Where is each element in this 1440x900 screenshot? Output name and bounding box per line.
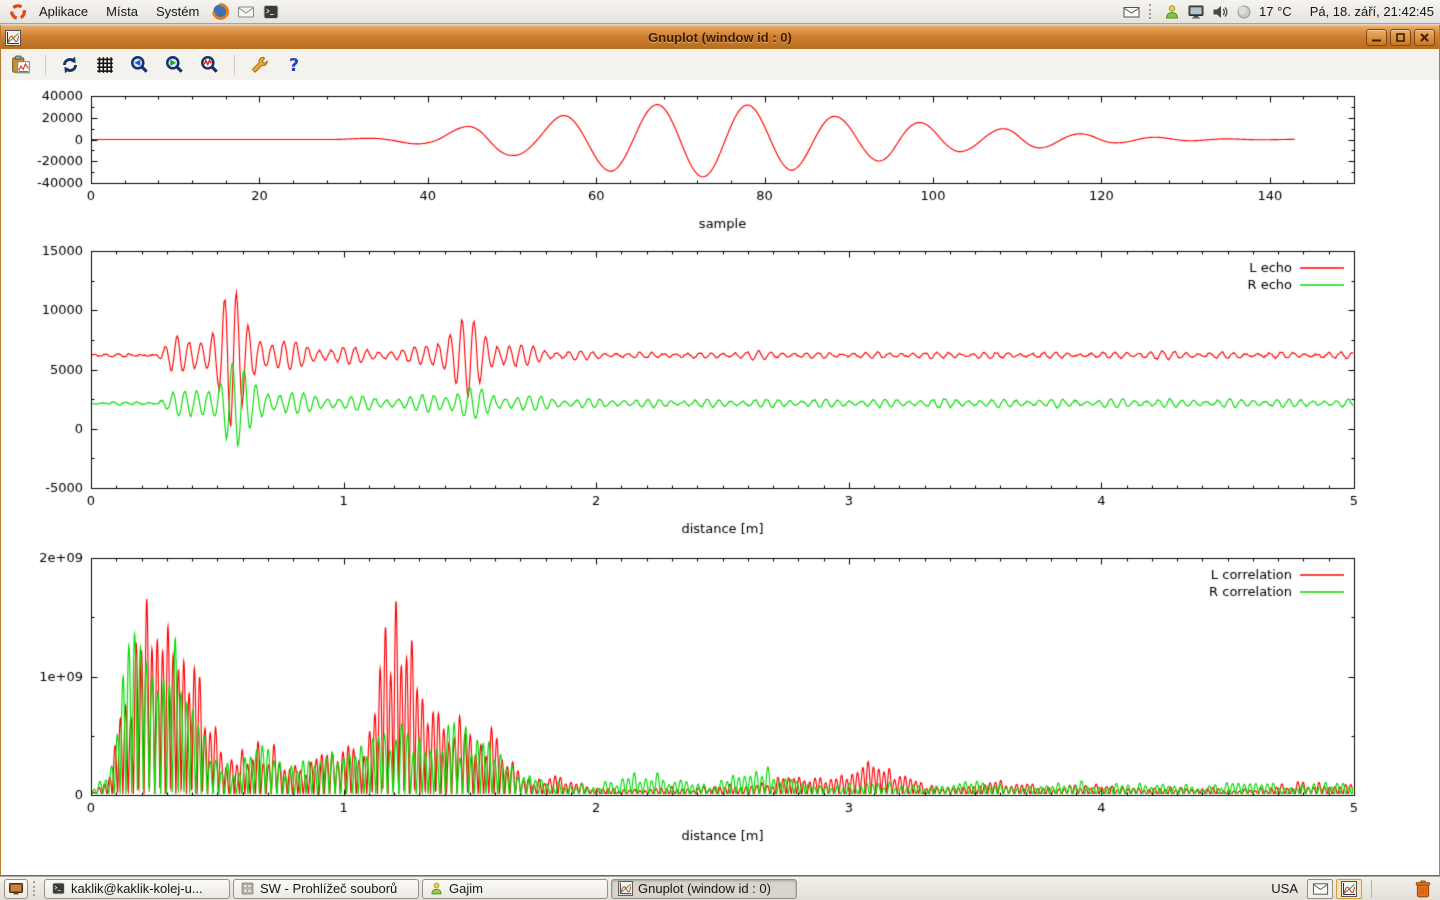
toolbar-separator — [45, 55, 46, 75]
taskbar-item-gajim[interactable]: Gajim — [422, 879, 608, 899]
gnuplot-window: Gnuplot (window id : 0) — [0, 25, 1440, 876]
taskbar-item-terminal[interactable]: kaklik@kaklik-kolej-u... — [44, 879, 230, 899]
gajim-icon — [429, 881, 444, 896]
file-manager-icon — [240, 881, 255, 896]
help-icon: ? — [289, 56, 299, 75]
copy-to-clipboard-button[interactable] — [7, 52, 35, 78]
firefox-launcher-icon[interactable] — [209, 2, 232, 22]
menu-applications[interactable]: Aplikace — [31, 3, 96, 20]
mail-icon — [1312, 882, 1329, 896]
tray-mail-button[interactable] — [1307, 879, 1333, 899]
taskbar-item-file-manager[interactable]: SW - Prohlížeč souborů — [233, 879, 419, 899]
settings-button[interactable] — [245, 52, 273, 78]
minimize-button[interactable] — [1366, 29, 1387, 46]
window-title: Gnuplot (window id : 0) — [1, 30, 1439, 45]
display-settings-icon[interactable] — [1187, 3, 1205, 21]
zoom-previous-button[interactable] — [126, 52, 154, 78]
toolbar-separator — [234, 55, 235, 75]
volume-icon[interactable] — [1211, 3, 1229, 21]
titlebar[interactable]: Gnuplot (window id : 0) — [1, 25, 1439, 49]
apply-zoom-button[interactable] — [196, 52, 224, 78]
weather-icon[interactable] — [1235, 3, 1253, 21]
gnuplot-icon — [618, 881, 633, 896]
toolbar: ? — [1, 49, 1439, 81]
task-label: SW - Prohlížeč souborů — [260, 881, 397, 896]
trash-button[interactable] — [1410, 878, 1436, 900]
menu-system[interactable]: Systém — [148, 3, 207, 20]
menu-places[interactable]: Místa — [98, 3, 146, 20]
help-button[interactable]: ? — [280, 52, 308, 78]
mail-launcher-icon[interactable] — [234, 2, 257, 22]
desktop: { "panel": { "menus": [ {"label": "Aplik… — [0, 0, 1440, 900]
taskbar-item-gnuplot[interactable]: Gnuplot (window id : 0) — [611, 879, 797, 899]
plots-canvas — [1, 80, 1439, 875]
mail-notification-icon[interactable] — [1122, 3, 1141, 21]
tray-gnuplot-button[interactable] — [1336, 879, 1362, 899]
close-button[interactable] — [1414, 29, 1435, 46]
toggle-grid-button[interactable] — [91, 52, 119, 78]
taskbar-drag-handle — [33, 881, 39, 896]
plot-area — [1, 80, 1439, 875]
task-label: Gajim — [449, 881, 483, 896]
zoom-next-button[interactable] — [161, 52, 189, 78]
replot-button[interactable] — [56, 52, 84, 78]
task-label: Gnuplot (window id : 0) — [638, 881, 771, 896]
window-icon — [5, 30, 21, 46]
terminal-launcher-icon[interactable] — [259, 2, 282, 22]
task-label: kaklik@kaklik-kolej-u... — [71, 881, 203, 896]
panel-drag-handle — [1149, 4, 1155, 19]
user-switcher-icon[interactable] — [1163, 3, 1181, 21]
gnuplot-icon — [1341, 881, 1357, 897]
ubuntu-menu-icon[interactable] — [6, 2, 29, 22]
show-desktop-button[interactable] — [4, 879, 28, 899]
trash-icon — [1413, 879, 1433, 899]
maximize-button[interactable] — [1390, 29, 1411, 46]
clock-label[interactable]: Pá, 18. září, 21:42:45 — [1310, 4, 1434, 19]
top-panel: Aplikace Místa Systém — [0, 0, 1440, 24]
terminal-icon — [51, 881, 66, 896]
temperature-label[interactable]: 17 °C — [1259, 4, 1292, 19]
keyboard-layout-indicator[interactable]: USA — [1271, 881, 1298, 896]
taskbar-separator — [1371, 880, 1372, 898]
taskbar: kaklik@kaklik-kolej-u... SW - Prohlížeč … — [0, 876, 1440, 900]
